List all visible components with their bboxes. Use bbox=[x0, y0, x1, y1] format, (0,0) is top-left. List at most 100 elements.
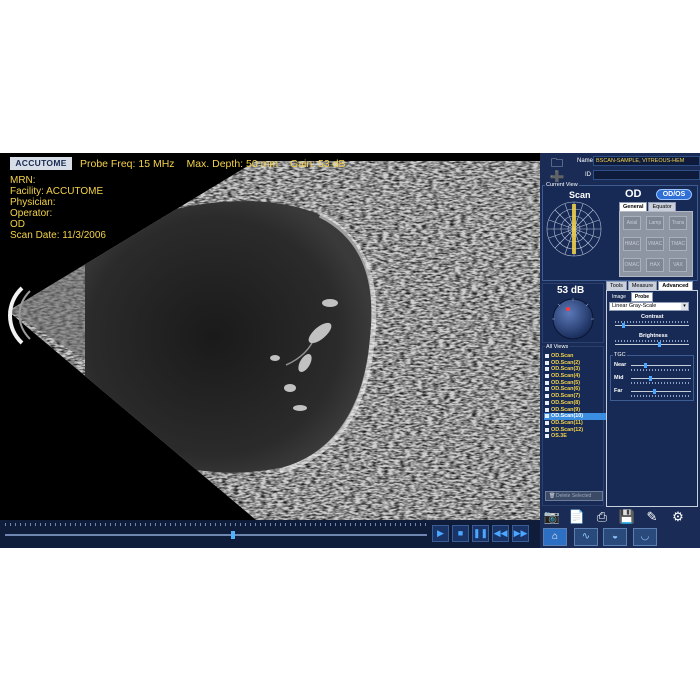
view-label: OD.Scan(8) bbox=[551, 399, 581, 406]
near-label: Near bbox=[614, 362, 627, 368]
view-label: OD.Scan(5) bbox=[551, 379, 581, 386]
view-button-hmac[interactable]: HMAC bbox=[623, 237, 641, 251]
view-checkbox[interactable] bbox=[545, 414, 549, 419]
view-button-trans[interactable]: Trans bbox=[669, 216, 687, 230]
view-button-omac[interactable]: OMAC bbox=[623, 258, 641, 272]
list-item[interactable]: OD.Scan(10) bbox=[544, 413, 606, 420]
list-item[interactable]: OD.Scan(8) bbox=[544, 400, 606, 407]
pen-icon[interactable]: ✎ bbox=[642, 508, 662, 526]
ultrasound-viewer[interactable]: ACCUTOME Probe Freq: 15 MHz Max. Depth: … bbox=[0, 153, 540, 520]
view-checkbox[interactable] bbox=[545, 434, 549, 439]
timeline-thumb[interactable] bbox=[231, 531, 235, 539]
stop-icon[interactable]: ■ bbox=[452, 525, 469, 542]
view-checkbox[interactable] bbox=[545, 367, 549, 372]
printer-icon[interactable]: ⎙ bbox=[592, 508, 612, 526]
patient-name-field[interactable]: BSCAN-SAMPLE, VITREOUS-HEM bbox=[593, 156, 700, 166]
view-checkbox[interactable] bbox=[545, 380, 549, 385]
contrast-slider[interactable] bbox=[615, 323, 689, 328]
view-checkbox[interactable] bbox=[545, 360, 549, 365]
document-icon[interactable]: 📄 bbox=[567, 508, 587, 526]
gain-value: 53 dB bbox=[557, 285, 585, 296]
camera-icon[interactable]: 📷 bbox=[542, 508, 562, 526]
trash-icon: 🗑 bbox=[549, 493, 556, 499]
current-view-group: Current View Scan OD OD/OS General Equat… bbox=[542, 182, 698, 281]
view-checkbox[interactable] bbox=[545, 407, 549, 412]
operator-label: Operator: bbox=[10, 208, 53, 219]
probe-orientation-diagram[interactable] bbox=[545, 200, 603, 258]
view-button-tmac[interactable]: TMAC bbox=[669, 237, 687, 251]
delete-selected-button[interactable]: 🗑 Delete Selected bbox=[545, 491, 603, 501]
list-item[interactable]: OD.Scan(4) bbox=[544, 373, 606, 380]
view-checkbox[interactable] bbox=[545, 374, 549, 379]
gain-readout: Gain: 53 dB bbox=[290, 158, 346, 170]
view-label: OS.3E bbox=[551, 433, 567, 440]
view-button-vmac[interactable]: VMAC bbox=[646, 237, 664, 251]
view-button-vax[interactable]: VAX bbox=[669, 258, 687, 272]
b-scan-icon[interactable]: ◒ bbox=[603, 528, 627, 546]
cine-player: ▶ ■ ❚❚ ◀◀ ▶▶ bbox=[0, 520, 540, 548]
contrast-scale bbox=[615, 321, 689, 323]
max-depth: Max. Depth: 50 mm bbox=[186, 158, 279, 170]
acquisition-header: Probe Freq: 15 MHz Max. Depth: 50 mm Gai… bbox=[80, 158, 354, 170]
list-item[interactable]: OD.Scan(3) bbox=[544, 366, 606, 373]
views-list: OD.Scan OD.Scan(2) OD.Scan(3) OD.Scan(4) OD.… bbox=[544, 353, 606, 440]
image-probe-tabs: Image Probe bbox=[608, 292, 654, 302]
app-window: ACCUTOME Probe Freq: 15 MHz Max. Depth: … bbox=[0, 153, 700, 548]
color-map-select[interactable]: Linear Gray-Scale ▾ bbox=[609, 302, 689, 311]
contrast-label: Contrast bbox=[641, 314, 664, 320]
view-button-axial[interactable]: Axial bbox=[623, 216, 641, 230]
view-checkbox[interactable] bbox=[545, 354, 549, 358]
floppy-disk-icon[interactable]: 💾 bbox=[617, 508, 637, 526]
brightness-label: Brightness bbox=[639, 333, 668, 339]
tgc-mid-slider[interactable] bbox=[631, 376, 691, 381]
chevron-down-icon: ▾ bbox=[681, 303, 688, 310]
rewind-icon[interactable]: ◀◀ bbox=[492, 525, 509, 542]
patient-id-field[interactable] bbox=[593, 170, 700, 180]
view-checkbox[interactable] bbox=[545, 400, 549, 405]
view-checkbox[interactable] bbox=[545, 387, 549, 392]
list-item[interactable]: OD.Scan(9) bbox=[544, 407, 606, 414]
list-item[interactable]: OS.3E bbox=[544, 433, 606, 440]
fast-forward-icon[interactable]: ▶▶ bbox=[512, 525, 529, 542]
brightness-slider[interactable] bbox=[615, 342, 689, 347]
gain-knob[interactable] bbox=[551, 297, 595, 341]
list-item[interactable]: OD.Scan(11) bbox=[544, 420, 606, 427]
tgc-far-knob[interactable] bbox=[653, 389, 656, 394]
tab-probe[interactable]: Probe bbox=[630, 292, 654, 302]
timeline-ticks bbox=[5, 523, 427, 526]
list-item[interactable]: OD.Scan(7) bbox=[544, 393, 606, 400]
probe-frequency: Probe Freq: 15 MHz bbox=[80, 158, 175, 170]
gain-group: 53 dB bbox=[542, 283, 604, 343]
view-button-lamp[interactable]: Lamp bbox=[646, 216, 664, 230]
list-item[interactable]: OD.Scan(12) bbox=[544, 427, 606, 434]
tgc-far-slider[interactable] bbox=[631, 389, 691, 394]
cine-timeline[interactable] bbox=[5, 531, 427, 539]
view-label: OD.Scan(10) bbox=[551, 413, 584, 420]
list-item[interactable]: OD.Scan(2) bbox=[544, 360, 606, 367]
tgc-near-slider[interactable] bbox=[631, 363, 691, 368]
view-label: OD.Scan(11) bbox=[551, 419, 583, 426]
tab-image[interactable]: Image bbox=[608, 292, 630, 302]
list-item[interactable]: OD.Scan(6) bbox=[544, 386, 606, 393]
view-button-hax[interactable]: HAX bbox=[646, 258, 664, 272]
pause-icon[interactable]: ❚❚ bbox=[472, 525, 489, 542]
view-checkbox[interactable] bbox=[545, 427, 549, 432]
contrast-slider-knob[interactable] bbox=[622, 323, 625, 328]
view-checkbox[interactable] bbox=[545, 394, 549, 399]
od-os-toggle[interactable]: OD/OS bbox=[656, 189, 692, 200]
eye-label: OD bbox=[10, 219, 25, 230]
tgc-mid-knob[interactable] bbox=[649, 376, 652, 381]
accutome-logo: ACCUTOME bbox=[10, 157, 72, 170]
tgc-near-knob[interactable] bbox=[644, 363, 647, 368]
view-checkbox[interactable] bbox=[545, 420, 549, 425]
list-item[interactable]: OD.Scan bbox=[544, 353, 606, 360]
mrn-label: MRN: bbox=[10, 175, 36, 186]
play-icon[interactable]: ▶ bbox=[432, 525, 449, 542]
brightness-slider-knob[interactable] bbox=[658, 342, 661, 347]
list-item[interactable]: OD.Scan(5) bbox=[544, 380, 606, 387]
a-scan-icon[interactable]: ∿ bbox=[574, 528, 598, 546]
home-icon[interactable]: ⌂ bbox=[543, 528, 567, 546]
ubm-icon[interactable]: ◡ bbox=[633, 528, 657, 546]
gear-icon[interactable]: ⚙ bbox=[668, 508, 688, 526]
physician-label: Physician: bbox=[10, 197, 56, 208]
